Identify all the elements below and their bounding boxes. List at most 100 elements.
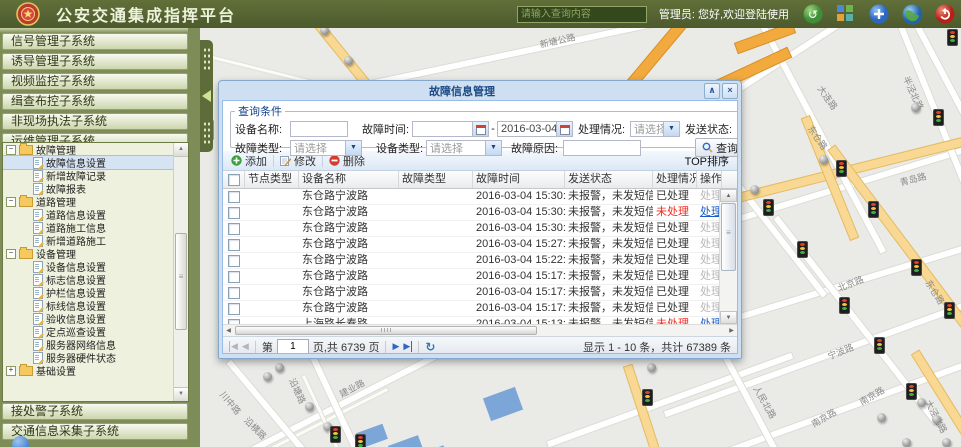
- scroll-right-icon[interactable]: ▶: [726, 327, 737, 334]
- camera-marker-icon[interactable]: [275, 363, 284, 372]
- column-header[interactable]: 设备名称: [299, 171, 399, 188]
- row-checkbox[interactable]: [228, 319, 240, 325]
- camera-marker-icon[interactable]: [819, 155, 828, 164]
- scroll-up-icon[interactable]: ▲: [174, 143, 188, 157]
- tree-toggle-icon[interactable]: [6, 145, 16, 155]
- refresh-icon[interactable]: ↻: [425, 340, 435, 354]
- traffic-signal-marker-icon[interactable]: [836, 160, 847, 177]
- table-row[interactable]: 东仓路宁波路 2016-03-04 15:17:01 未报警，未发短信 已处理 …: [223, 285, 737, 301]
- camera-marker-icon[interactable]: [902, 438, 911, 447]
- column-header[interactable]: 故障类型: [399, 171, 473, 188]
- column-header[interactable]: 发送状态: [565, 171, 653, 188]
- column-header[interactable]: 节点类型: [245, 171, 299, 188]
- device-name-input[interactable]: [290, 121, 348, 137]
- column-header[interactable]: 操作: [697, 171, 722, 188]
- tree-item[interactable]: 基础设置: [3, 364, 188, 377]
- camera-marker-icon[interactable]: [932, 415, 941, 424]
- sidebar-subsystem-item[interactable]: 诱导管理子系统: [2, 53, 188, 70]
- table-row[interactable]: 上海路长春路 2016-03-04 15:13:45 未报警，未发短信 未处理 …: [223, 317, 737, 324]
- row-checkbox[interactable]: [228, 255, 240, 267]
- scrollbar-thumb[interactable]: [721, 203, 736, 271]
- table-row[interactable]: 东仓路宁波路 2016-03-04 15:30:00 未报警，未发短信 已处理 …: [223, 189, 737, 205]
- traffic-signal-marker-icon[interactable]: [911, 259, 922, 276]
- traffic-signal-marker-icon[interactable]: [763, 199, 774, 216]
- scrollbar-thumb[interactable]: [175, 233, 187, 330]
- camera-marker-icon[interactable]: [877, 413, 886, 422]
- send-status-select[interactable]: 请选择 ▼: [737, 121, 738, 137]
- sidebar-subsystem-item[interactable]: 交通信息采集子系统: [2, 423, 188, 440]
- collapse-dialog-button[interactable]: ∧: [704, 83, 720, 99]
- first-page-button[interactable]: ◀: [229, 341, 238, 352]
- row-checkbox[interactable]: [228, 223, 240, 235]
- recycle-icon[interactable]: ↺: [803, 4, 823, 24]
- top-sort-control[interactable]: TOP排序: [685, 153, 729, 169]
- camera-marker-icon[interactable]: [647, 363, 656, 372]
- traffic-signal-marker-icon[interactable]: [944, 302, 955, 319]
- scroll-up-icon[interactable]: ▲: [720, 189, 737, 202]
- scroll-down-icon[interactable]: ▼: [174, 387, 188, 401]
- column-header[interactable]: 故障时间: [473, 171, 565, 188]
- sidebar-splitter[interactable]: [200, 40, 213, 152]
- add-plus-icon[interactable]: [869, 4, 889, 24]
- traffic-signal-marker-icon[interactable]: [355, 434, 366, 447]
- select-all-cell[interactable]: [223, 171, 245, 188]
- camera-marker-icon[interactable]: [305, 402, 314, 411]
- table-row[interactable]: 东仓路宁波路 2016-03-04 15:27:00 未报警，未发短信 已处理 …: [223, 237, 737, 253]
- sidebar-subsystem-item[interactable]: 信号管理子系统: [2, 33, 188, 50]
- scroll-left-icon[interactable]: ◀: [223, 327, 234, 334]
- row-checkbox[interactable]: [228, 239, 240, 251]
- traffic-signal-marker-icon[interactable]: [933, 109, 944, 126]
- camera-marker-icon[interactable]: [917, 398, 926, 407]
- power-icon[interactable]: [935, 4, 955, 24]
- table-row[interactable]: 东仓路宁波路 2016-03-04 15:17:01 未报警，未发短信 已处理 …: [223, 269, 737, 285]
- calendar-icon[interactable]: [556, 122, 572, 136]
- fault-time-to-field[interactable]: 2016-03-04: [497, 121, 573, 137]
- camera-marker-icon[interactable]: [911, 103, 920, 112]
- fault-type-select[interactable]: 请选择 ▼: [290, 140, 362, 156]
- handle-status-select[interactable]: 请选择 ▼: [630, 121, 680, 137]
- select-all-checkbox[interactable]: [228, 174, 240, 186]
- prev-page-button[interactable]: ◀: [242, 341, 249, 352]
- tree-item[interactable]: 新增道路施工: [3, 234, 188, 247]
- column-header[interactable]: 处理情况: [653, 171, 697, 188]
- tree-toggle-icon[interactable]: [6, 197, 16, 207]
- chevron-down-icon[interactable]: ▼: [345, 141, 361, 155]
- close-dialog-button[interactable]: ×: [722, 83, 738, 99]
- chevron-down-icon[interactable]: ▼: [663, 122, 679, 136]
- device-type-select[interactable]: 请选择 ▼: [426, 140, 502, 156]
- camera-marker-icon[interactable]: [750, 185, 759, 194]
- dialog-titlebar[interactable]: 故障信息管理 ∧ ×: [222, 81, 738, 100]
- tree-toggle-icon[interactable]: [6, 249, 16, 259]
- traffic-signal-marker-icon[interactable]: [642, 389, 653, 406]
- sidebar-subsystem-item[interactable]: 缉查布控子系统: [2, 93, 188, 110]
- row-checkbox[interactable]: [228, 303, 240, 315]
- traffic-signal-marker-icon[interactable]: [839, 297, 850, 314]
- camera-marker-icon[interactable]: [942, 438, 951, 447]
- tree-item[interactable]: 故障报表: [3, 182, 188, 195]
- traffic-signal-marker-icon[interactable]: [868, 201, 879, 218]
- traffic-signal-marker-icon[interactable]: [906, 383, 917, 400]
- row-checkbox[interactable]: [228, 287, 240, 299]
- camera-marker-icon[interactable]: [263, 372, 272, 381]
- traffic-signal-marker-icon[interactable]: [797, 241, 808, 258]
- table-row[interactable]: 东仓路宁波路 2016-03-04 15:22:50 未报警，未发短信 已处理 …: [223, 253, 737, 269]
- page-number-input[interactable]: [277, 339, 309, 355]
- camera-marker-icon[interactable]: [344, 56, 353, 65]
- sidebar-subsystem-item[interactable]: 非现场执法子系统: [2, 113, 188, 130]
- fault-time-from-field[interactable]: [412, 121, 489, 137]
- row-checkbox[interactable]: [228, 271, 240, 283]
- table-row[interactable]: 东仓路宁波路 2016-03-04 15:30:00 未报警，未发短信 已处理 …: [223, 221, 737, 237]
- search-input[interactable]: [517, 6, 647, 23]
- tree-item[interactable]: 新增故障记录: [3, 169, 188, 182]
- grid-horizontal-scrollbar[interactable]: ◀ ▶: [223, 324, 737, 336]
- traffic-signal-marker-icon[interactable]: [947, 29, 958, 46]
- last-page-button[interactable]: ▶: [403, 341, 412, 352]
- traffic-signal-marker-icon[interactable]: [874, 337, 885, 354]
- scrollbar-thumb[interactable]: [235, 326, 537, 335]
- next-page-button[interactable]: ▶: [392, 341, 399, 352]
- globe-icon[interactable]: [902, 4, 922, 24]
- grid-vertical-scrollbar[interactable]: ▲ ▼: [719, 189, 737, 324]
- table-row[interactable]: 东仓路宁波路 2016-03-04 15:30:00 未报警，未发短信 未处理 …: [223, 205, 737, 221]
- scroll-down-icon[interactable]: ▼: [720, 311, 737, 324]
- sidebar-subsystem-item[interactable]: 接处警子系统: [2, 403, 188, 420]
